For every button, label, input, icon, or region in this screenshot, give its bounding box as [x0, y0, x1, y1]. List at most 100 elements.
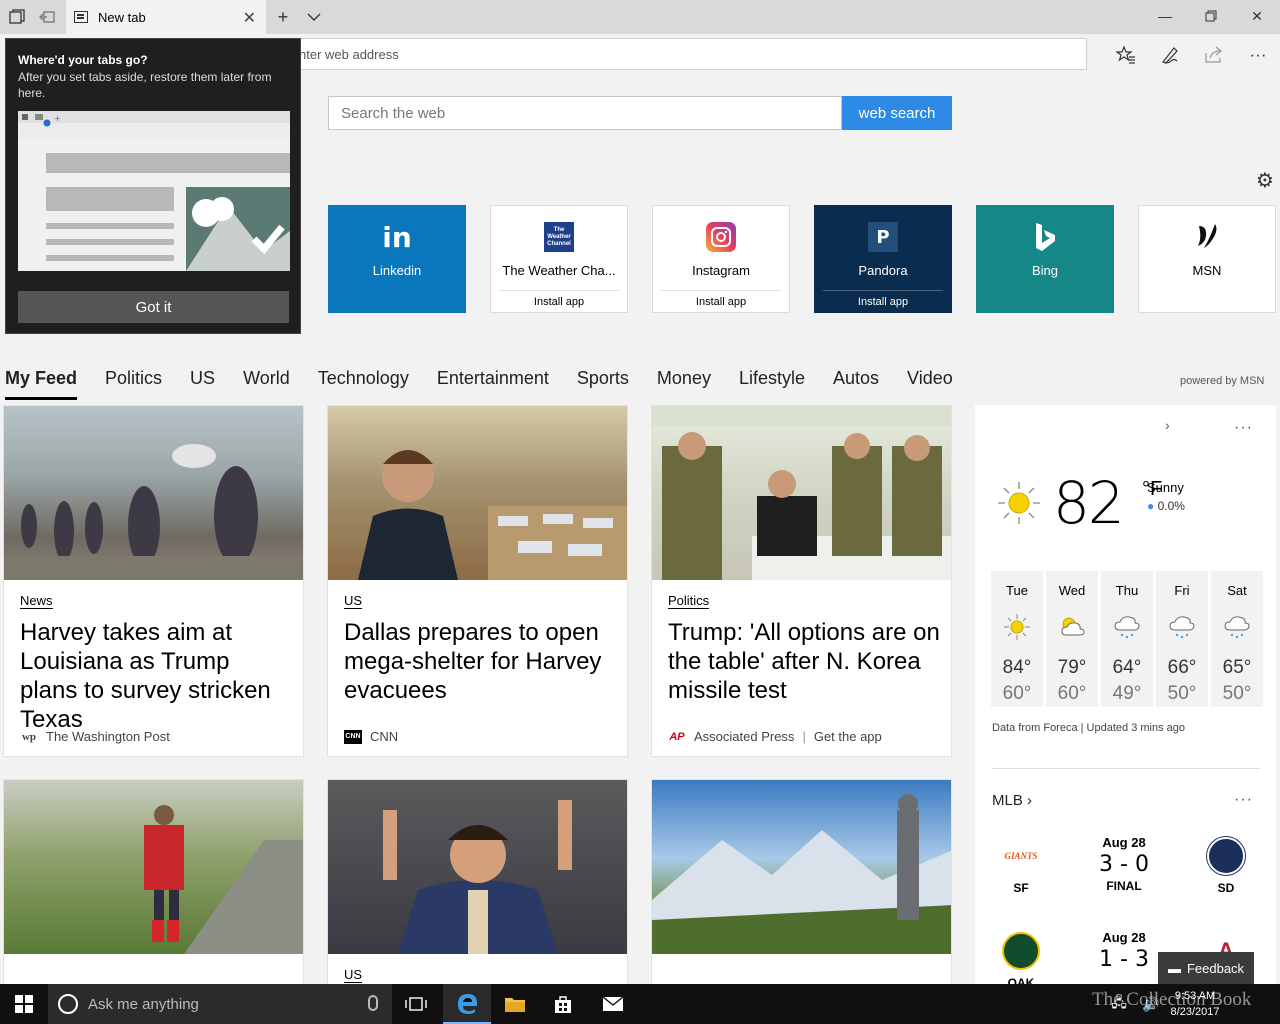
search-input[interactable]: Search the web: [328, 96, 842, 130]
divider: [992, 768, 1260, 769]
tab-title: New tab: [98, 9, 146, 25]
file-explorer-icon[interactable]: [491, 984, 539, 1024]
precipitation: ● 0.0%: [1147, 499, 1185, 513]
pandora-icon: P: [868, 222, 898, 252]
more-icon[interactable]: ···: [1246, 43, 1270, 67]
tile-pandora[interactable]: P Pandora Install app: [814, 205, 952, 313]
card-category[interactable]: US: [344, 593, 363, 609]
address-bar[interactable]: nter web address: [290, 38, 1087, 70]
tab-new-tab[interactable]: New tab ✕: [66, 0, 266, 34]
tile-label: Linkedin: [372, 263, 422, 278]
news-card[interactable]: US: [327, 779, 628, 989]
tile-msn[interactable]: MSN: [1138, 205, 1276, 313]
close-tab-icon[interactable]: ✕: [243, 8, 256, 28]
mlb-section-title[interactable]: MLB ›: [992, 792, 1032, 809]
source-name: Associated Press: [694, 729, 795, 744]
chevron-right-icon: ›: [1027, 792, 1033, 809]
cortana-search-input[interactable]: Ask me anything: [48, 984, 392, 1024]
gear-icon[interactable]: ⚙: [1254, 169, 1276, 192]
forecast-day[interactable]: Sat 65° 50°: [1211, 571, 1263, 707]
feedback-button[interactable]: ▬ Feedback: [1158, 952, 1254, 984]
tile-instagram[interactable]: Instagram Install app: [652, 205, 790, 313]
news-card[interactable]: US Dallas prepares to open mega-shelter …: [327, 405, 628, 757]
forecast-day[interactable]: Thu 64° 49°: [1101, 571, 1153, 707]
bing-icon: [1030, 222, 1060, 252]
fantasy-landscape-photo: [652, 780, 951, 954]
edge-browser-icon[interactable]: [443, 984, 491, 1024]
feed-tab-technology[interactable]: Technology: [318, 368, 409, 400]
cnn-logo: CNN: [344, 729, 362, 744]
game-score[interactable]: Aug 28 1 - 3: [1084, 930, 1164, 972]
tile-label: Pandora: [858, 263, 908, 278]
new-tab-icon[interactable]: +: [272, 6, 294, 28]
get-the-app-link[interactable]: Get the app: [814, 729, 882, 744]
forecast-list: Tue 84° 60° Wed 79° 60° Thu 64° 49° Fri …: [991, 571, 1263, 707]
tabs-aside-illustration: +: [18, 111, 290, 271]
tile-weather-channel[interactable]: The Weather Channel The Weather Cha... I…: [490, 205, 628, 313]
feed-tab-lifestyle[interactable]: Lifestyle: [739, 368, 805, 400]
powered-by-msn: powered by MSN: [1180, 375, 1265, 387]
forecast-day[interactable]: Fri 66° 50°: [1156, 571, 1208, 707]
feed-tab-money[interactable]: Money: [657, 368, 711, 400]
got-it-button[interactable]: Got it: [18, 291, 289, 323]
microphone-icon[interactable]: [368, 995, 378, 1011]
card-headline[interactable]: Harvey takes aim at Louisiana as Trump p…: [20, 618, 292, 734]
weather-condition: Sunny: [1147, 480, 1184, 495]
chevron-right-icon[interactable]: ›: [1165, 417, 1170, 433]
card-source: AP Associated Press | Get the app: [668, 729, 882, 744]
card-headline[interactable]: Trump: 'All options are on the table' af…: [668, 618, 940, 705]
mail-icon[interactable]: [589, 984, 637, 1024]
weather-panel: › ··· 82 °F Sunny ● 0.0% Tue 84° 60° Wed…: [975, 405, 1276, 990]
tabs-aside-icon[interactable]: [6, 6, 28, 28]
task-view-icon[interactable]: [392, 984, 440, 1024]
card-headline[interactable]: Dallas prepares to open mega-shelter for…: [344, 618, 616, 705]
news-card[interactable]: Politics Trump: 'All options are on the …: [651, 405, 952, 757]
forecast-day[interactable]: Wed 79° 60°: [1046, 571, 1098, 707]
forecast-day[interactable]: Tue 84° 60°: [991, 571, 1043, 707]
tile-label: Instagram: [692, 263, 750, 278]
flood-evacuees-photo: [4, 406, 303, 580]
windows-start-icon[interactable]: [0, 984, 48, 1024]
feed-tab-autos[interactable]: Autos: [833, 368, 879, 400]
news-card[interactable]: News Harvey takes aim at Louisiana as Tr…: [3, 405, 304, 757]
web-note-icon[interactable]: [1158, 43, 1182, 67]
close-window-icon[interactable]: ✕: [1234, 0, 1280, 32]
partly-cloudy-icon: [1061, 617, 1085, 636]
game-score[interactable]: Aug 28 3 - 0 FINAL: [1084, 835, 1164, 893]
store-icon[interactable]: [539, 984, 587, 1024]
favorites-icon[interactable]: [1114, 43, 1138, 67]
feed-tab-sports[interactable]: Sports: [577, 368, 629, 400]
rain-icon: [1224, 616, 1250, 639]
tile-linkedin[interactable]: in Linkedin: [328, 205, 466, 313]
washington-post-logo: wp: [21, 730, 37, 743]
separator: |: [802, 729, 806, 744]
set-tabs-aside-icon[interactable]: [36, 6, 58, 28]
share-icon[interactable]: [1202, 43, 1226, 67]
team-home[interactable]: SD: [1201, 837, 1251, 895]
team-away[interactable]: OAK: [996, 932, 1046, 990]
team-away[interactable]: GIANTS SF: [996, 837, 1046, 895]
feed-tab-us[interactable]: US: [190, 368, 215, 400]
current-temperature: 82: [1053, 469, 1125, 537]
install-app-link[interactable]: Install app: [499, 290, 619, 308]
minimize-icon[interactable]: —: [1142, 0, 1188, 32]
feed-tab-politics[interactable]: Politics: [105, 368, 162, 400]
news-card[interactable]: [3, 779, 304, 989]
feed-tab-my-feed[interactable]: My Feed: [5, 368, 78, 400]
web-search-button[interactable]: web search: [842, 96, 952, 130]
cortana-icon: [58, 994, 78, 1014]
install-app-link[interactable]: Install app: [823, 290, 943, 308]
feed-tab-video[interactable]: Video: [907, 368, 953, 400]
install-app-link[interactable]: Install app: [661, 290, 781, 308]
tile-bing[interactable]: Bing: [976, 205, 1114, 313]
feed-tab-world[interactable]: World: [243, 368, 290, 400]
feed-tab-entertainment[interactable]: Entertainment: [437, 368, 549, 400]
more-icon[interactable]: ···: [1234, 791, 1253, 809]
restore-icon[interactable]: [1188, 0, 1234, 32]
chevron-down-icon[interactable]: [303, 6, 325, 28]
card-category[interactable]: News: [20, 593, 53, 609]
card-category[interactable]: US: [344, 967, 363, 983]
card-category[interactable]: Politics: [668, 593, 710, 609]
more-icon[interactable]: ···: [1234, 419, 1253, 437]
news-card[interactable]: [651, 779, 952, 989]
